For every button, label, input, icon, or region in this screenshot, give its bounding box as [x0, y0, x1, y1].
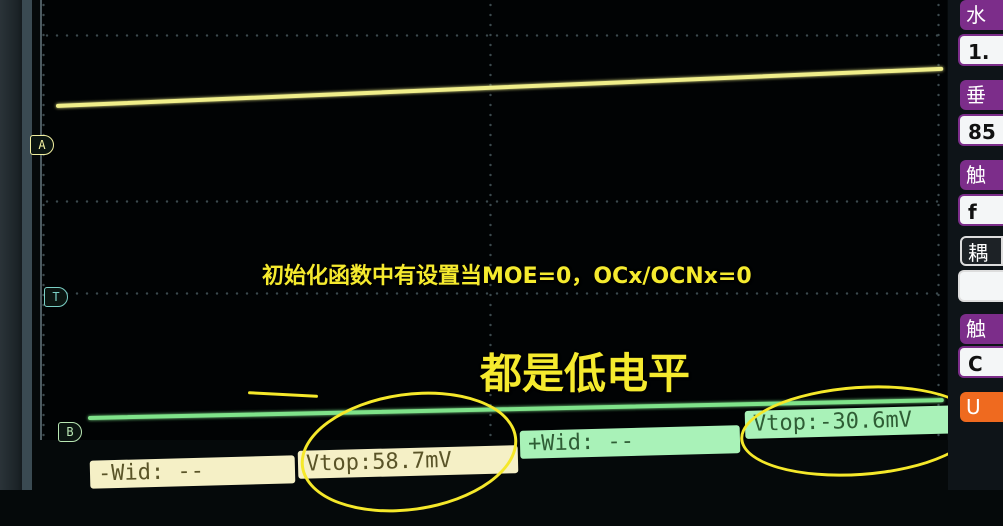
menu-tab-trigger-mode[interactable]: 触	[960, 314, 1003, 344]
menu-value-trigger[interactable]: f	[958, 194, 1003, 226]
screen-frame	[22, 0, 32, 490]
positive-width-readout: +Wid: --	[519, 425, 741, 459]
menu-tab-vertical[interactable]: 垂	[960, 80, 1003, 110]
channel-b-marker[interactable]: B	[58, 422, 82, 442]
trigger-marker[interactable]: T	[44, 287, 68, 307]
side-menu-panel: 水 1. 垂 85 触 f 耦 触 C U	[948, 0, 1003, 490]
negative-width-readout: -Wid: --	[89, 455, 296, 489]
channel-a-marker[interactable]: A	[30, 135, 54, 155]
caption-line-2: 都是低电平	[480, 349, 691, 398]
menu-tab-coupling[interactable]: 耦	[960, 236, 1003, 266]
menu-value-vertical[interactable]: 85	[958, 114, 1003, 146]
grid-horizontal-2	[42, 200, 942, 203]
grid-vertical-1	[42, 0, 45, 440]
vtop-ch2-readout: Vtop:-30.6mV	[744, 405, 968, 439]
vtop-ch1-readout: Vtop:58.7mV	[297, 445, 519, 479]
menu-tab-horizontal[interactable]: 水	[960, 0, 1003, 30]
caption-line-1: 初始化函数中有设置当MOE=0，OCx/OCNx=0	[262, 264, 752, 289]
menu-value-coupling[interactable]	[958, 270, 1003, 302]
grid-horizontal-3	[42, 292, 942, 295]
menu-value-trigger-mode[interactable]: C	[958, 346, 1003, 378]
menu-tab-trigger[interactable]: 触	[960, 160, 1003, 190]
menu-value-horizontal[interactable]: 1.	[958, 34, 1003, 66]
menu-tab-unit[interactable]: U	[960, 392, 1003, 422]
grid-horizontal-1	[42, 34, 942, 37]
